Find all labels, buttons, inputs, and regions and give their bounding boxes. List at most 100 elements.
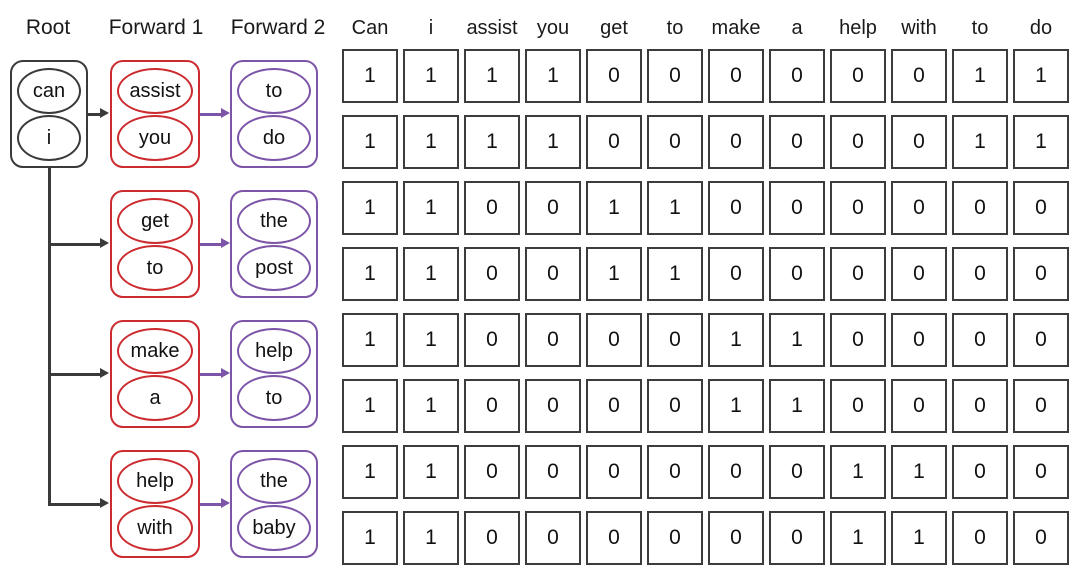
matrix-cell[interactable]: 0	[891, 247, 947, 301]
matrix-cell[interactable]: 1	[342, 115, 398, 169]
token-ellipse[interactable]: i	[17, 114, 81, 161]
matrix-cell[interactable]: 0	[586, 511, 642, 565]
matrix-cell[interactable]: 1	[342, 49, 398, 103]
matrix-cell[interactable]: 0	[525, 379, 581, 433]
matrix-cell[interactable]: 0	[952, 313, 1008, 367]
matrix-cell[interactable]: 1	[342, 247, 398, 301]
matrix-cell[interactable]: 0	[647, 49, 703, 103]
matrix-cell[interactable]: 0	[464, 247, 520, 301]
matrix-cell[interactable]: 0	[891, 49, 947, 103]
token-ellipse[interactable]: to	[117, 244, 193, 291]
matrix-cell[interactable]: 1	[1013, 115, 1069, 169]
matrix-cell[interactable]: 1	[952, 115, 1008, 169]
matrix-cell[interactable]: 1	[525, 49, 581, 103]
matrix-cell[interactable]: 0	[586, 49, 642, 103]
token-ellipse[interactable]: assist	[117, 67, 193, 114]
matrix-cell[interactable]: 0	[830, 181, 886, 235]
matrix-cell[interactable]: 1	[586, 181, 642, 235]
token-ellipse[interactable]: post	[237, 244, 311, 291]
matrix-cell[interactable]: 0	[769, 181, 825, 235]
matrix-cell[interactable]: 1	[403, 445, 459, 499]
token-ellipse[interactable]: the	[237, 457, 311, 504]
matrix-cell[interactable]: 0	[586, 313, 642, 367]
matrix-cell[interactable]: 1	[403, 313, 459, 367]
token-ellipse[interactable]: make	[117, 327, 193, 374]
token-ellipse[interactable]: the	[237, 197, 311, 244]
matrix-cell[interactable]: 0	[1013, 181, 1069, 235]
matrix-cell[interactable]: 0	[891, 181, 947, 235]
matrix-cell[interactable]: 0	[952, 379, 1008, 433]
matrix-cell[interactable]: 0	[1013, 313, 1069, 367]
matrix-cell[interactable]: 0	[708, 247, 764, 301]
matrix-cell[interactable]: 1	[403, 115, 459, 169]
token-ellipse[interactable]: do	[237, 114, 311, 161]
matrix-cell[interactable]: 1	[403, 49, 459, 103]
matrix-cell[interactable]: 0	[647, 511, 703, 565]
matrix-cell[interactable]: 0	[769, 49, 825, 103]
node-box-forward-2-2[interactable]: help to	[230, 320, 318, 428]
token-ellipse[interactable]: you	[117, 114, 193, 161]
matrix-cell[interactable]: 1	[464, 49, 520, 103]
matrix-cell[interactable]: 0	[769, 511, 825, 565]
matrix-cell[interactable]: 1	[647, 181, 703, 235]
matrix-cell[interactable]: 1	[830, 511, 886, 565]
matrix-cell[interactable]: 1	[403, 511, 459, 565]
matrix-cell[interactable]: 0	[1013, 511, 1069, 565]
matrix-cell[interactable]: 0	[647, 115, 703, 169]
matrix-cell[interactable]: 1	[1013, 49, 1069, 103]
matrix-cell[interactable]: 1	[769, 313, 825, 367]
matrix-cell[interactable]: 0	[464, 379, 520, 433]
node-box-forward-1-1[interactable]: get to	[110, 190, 200, 298]
matrix-cell[interactable]: 0	[952, 247, 1008, 301]
matrix-cell[interactable]: 0	[952, 445, 1008, 499]
matrix-cell[interactable]: 0	[1013, 247, 1069, 301]
matrix-cell[interactable]: 1	[342, 445, 398, 499]
matrix-cell[interactable]: 1	[342, 313, 398, 367]
matrix-cell[interactable]: 0	[830, 247, 886, 301]
matrix-cell[interactable]: 0	[891, 379, 947, 433]
matrix-cell[interactable]: 0	[708, 49, 764, 103]
matrix-cell[interactable]: 1	[342, 181, 398, 235]
matrix-cell[interactable]: 0	[525, 247, 581, 301]
token-ellipse[interactable]: baby	[237, 504, 311, 551]
matrix-cell[interactable]: 1	[647, 247, 703, 301]
matrix-cell[interactable]: 1	[952, 49, 1008, 103]
matrix-cell[interactable]: 1	[708, 313, 764, 367]
matrix-cell[interactable]: 0	[1013, 445, 1069, 499]
token-ellipse[interactable]: with	[117, 504, 193, 551]
matrix-cell[interactable]: 0	[708, 511, 764, 565]
token-ellipse[interactable]: to	[237, 374, 311, 421]
matrix-cell[interactable]: 0	[1013, 379, 1069, 433]
node-box-forward-2-0[interactable]: to do	[230, 60, 318, 168]
token-ellipse[interactable]: get	[117, 197, 193, 244]
matrix-cell[interactable]: 0	[464, 445, 520, 499]
matrix-cell[interactable]: 0	[525, 181, 581, 235]
token-ellipse[interactable]: to	[237, 67, 311, 114]
matrix-cell[interactable]: 0	[830, 313, 886, 367]
matrix-cell[interactable]: 0	[830, 49, 886, 103]
token-ellipse[interactable]: help	[237, 327, 311, 374]
matrix-cell[interactable]: 1	[342, 511, 398, 565]
token-ellipse[interactable]: can	[17, 67, 81, 114]
matrix-cell[interactable]: 0	[891, 115, 947, 169]
matrix-cell[interactable]: 0	[464, 181, 520, 235]
matrix-cell[interactable]: 1	[403, 181, 459, 235]
matrix-cell[interactable]: 0	[525, 445, 581, 499]
matrix-cell[interactable]: 0	[952, 511, 1008, 565]
matrix-cell[interactable]: 0	[464, 511, 520, 565]
matrix-cell[interactable]: 0	[769, 115, 825, 169]
matrix-cell[interactable]: 1	[586, 247, 642, 301]
matrix-cell[interactable]: 0	[586, 445, 642, 499]
matrix-cell[interactable]: 1	[708, 379, 764, 433]
matrix-cell[interactable]: 1	[891, 445, 947, 499]
matrix-cell[interactable]: 0	[830, 115, 886, 169]
matrix-cell[interactable]: 1	[830, 445, 886, 499]
matrix-cell[interactable]: 0	[769, 445, 825, 499]
matrix-cell[interactable]: 1	[464, 115, 520, 169]
matrix-cell[interactable]: 0	[464, 313, 520, 367]
node-box-forward-1-0[interactable]: assist you	[110, 60, 200, 168]
matrix-cell[interactable]: 1	[891, 511, 947, 565]
matrix-cell[interactable]: 0	[708, 115, 764, 169]
matrix-cell[interactable]: 0	[647, 379, 703, 433]
matrix-cell[interactable]: 1	[403, 379, 459, 433]
